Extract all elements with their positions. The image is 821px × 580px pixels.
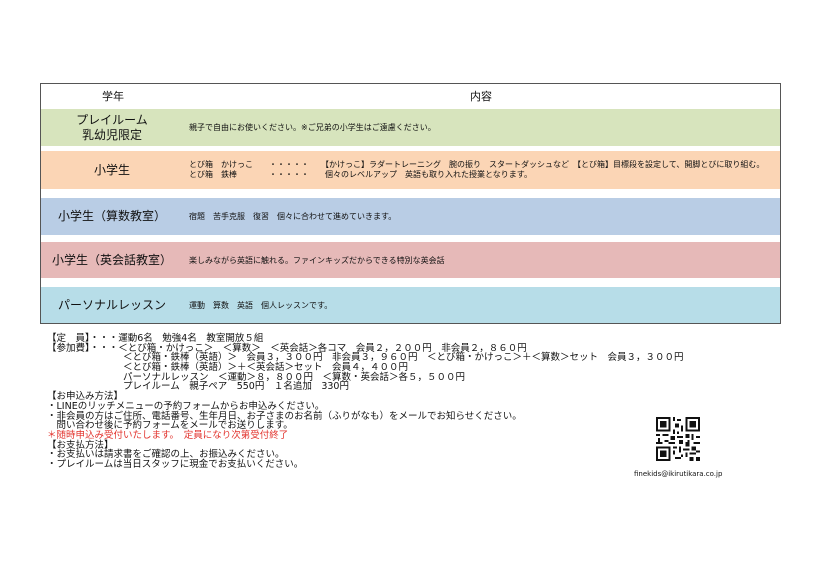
row-content: 楽しみながら英語に触れる。ファインキッズだからできる特別な英会話 bbox=[189, 256, 445, 266]
row-content: 宿題 苦手克服 復習 個々に合わせて進めていきます。 bbox=[189, 212, 396, 222]
table-row: 小学生 とび箱 かけっこ ・・・・・ 【かけっこ】ラダートレーニング 腕の振り … bbox=[41, 151, 780, 189]
table-row: プレイルーム 乳幼児限定 親子で自由にお使いください。※ご兄弟の小学生はご遠慮く… bbox=[41, 109, 780, 146]
row-label-line: 乳幼児限定 bbox=[81, 127, 142, 142]
row-label-line: プレイルーム bbox=[76, 112, 148, 127]
row-label-line: パーソナルレッスン bbox=[57, 297, 166, 312]
table-row: 小学生（算数教室） 宿題 苦手克服 復習 個々に合わせて進めていきます。 bbox=[41, 198, 780, 235]
contact-email[interactable]: finekids@ikirutikara.co.jp bbox=[634, 470, 722, 478]
table-row: パーソナルレッスン 運動 算数 英語 個人レッスンです。 bbox=[41, 287, 780, 323]
row-content-line: 宿題 苦手克服 復習 個々に合わせて進めていきます。 bbox=[189, 212, 397, 221]
row-content-line: 運動 算数 英語 個人レッスンです。 bbox=[189, 301, 333, 310]
row-label-line: 小学生（算数教室） bbox=[57, 209, 166, 223]
row-label-line: 小学生（英会話教室） bbox=[51, 252, 172, 267]
notes-section: 【定 員】・・・運動6名 勉強4名 教室開放５組 【参加費】・・・＜とび箱・かけ… bbox=[47, 334, 747, 470]
note-line: プレイルーム 親子ペア 550円 １名追加 330円 bbox=[47, 381, 349, 393]
row-label: 小学生 bbox=[41, 151, 183, 189]
header-grade: 学年 bbox=[102, 90, 124, 103]
row-label: プレイルーム 乳幼児限定 bbox=[41, 109, 183, 146]
row-content: 運動 算数 英語 個人レッスンです。 bbox=[189, 301, 332, 311]
table-row: 小学生（英会話教室） 楽しみながら英語に触れる。ファインキッズだからできる特別な… bbox=[41, 242, 780, 278]
row-label: 小学生（英会話教室） bbox=[41, 242, 183, 278]
row-content-line: とび箱 かけっこ ・・・・・ 【かけっこ】ラダートレーニング 腕の振り スタート… bbox=[189, 160, 765, 169]
table-header: 学年 内容 bbox=[40, 84, 781, 106]
row-label: 小学生（算数教室） bbox=[41, 198, 183, 235]
row-content-line: とび箱 鉄棒 ・・・・・ 個々のレベルアップ 英語も取り入れた授業となります。 bbox=[189, 170, 532, 179]
row-content-line: 楽しみながら英語に触れる。ファインキッズだからできる特別な英会話 bbox=[189, 256, 445, 265]
note-line-notice: ＊随時申込み受付いたします。 定員になり次第受付終了 bbox=[47, 429, 289, 441]
row-label: パーソナルレッスン bbox=[41, 287, 183, 323]
qr-code-icon[interactable] bbox=[656, 417, 700, 461]
header-content: 内容 bbox=[470, 90, 492, 103]
row-label-line: 小学生 bbox=[93, 162, 130, 177]
row-content: 親子で自由にお使いください。※ご兄弟の小学生はご遠慮ください。 bbox=[189, 123, 436, 133]
row-content: とび箱 かけっこ ・・・・・ 【かけっこ】ラダートレーニング 腕の振り スタート… bbox=[189, 160, 764, 180]
row-content-line: 親子で自由にお使いください。※ご兄弟の小学生はご遠慮ください。 bbox=[189, 123, 436, 132]
note-line: ・プレイルームは当日スタッフに現金でお支払いください。 bbox=[47, 458, 304, 470]
